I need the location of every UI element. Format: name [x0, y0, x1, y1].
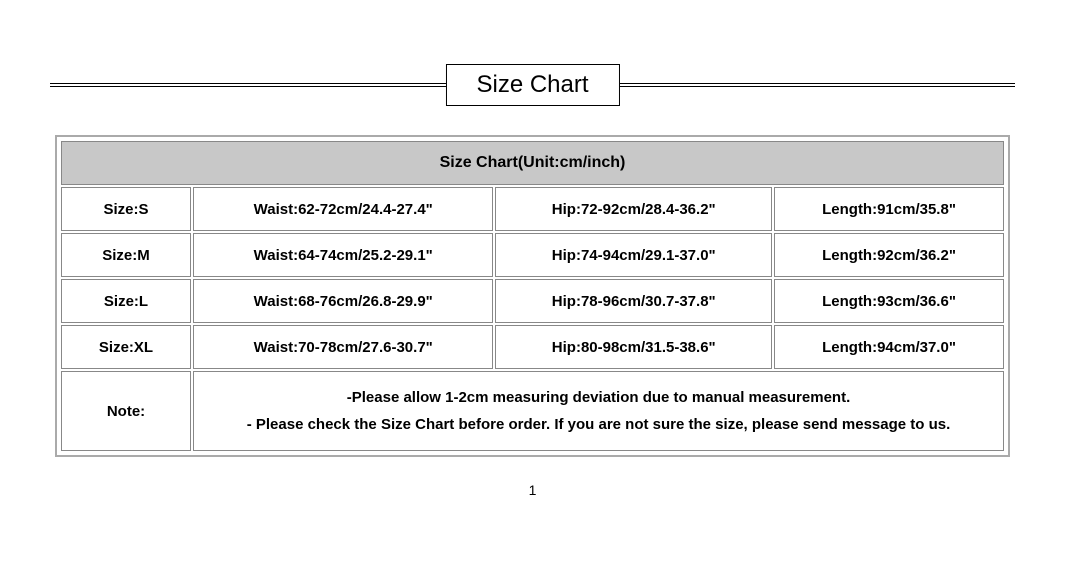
table-title: Size Chart(Unit:cm/inch)	[61, 141, 1004, 185]
table-row: Size:M Waist:64-74cm/25.2-29.1" Hip:74-9…	[61, 233, 1004, 277]
table-row: Size:L Waist:68-76cm/26.8-29.9" Hip:78-9…	[61, 279, 1004, 323]
waist-cell: Waist:68-76cm/26.8-29.9"	[193, 279, 493, 323]
size-chart-table-wrap: Size Chart(Unit:cm/inch) Size:S Waist:62…	[55, 135, 1010, 457]
size-cell: Size:S	[61, 187, 191, 231]
note-line1: -Please allow 1-2cm measuring deviation …	[204, 384, 993, 411]
hip-cell: Hip:72-92cm/28.4-36.2"	[495, 187, 772, 231]
hip-cell: Hip:74-94cm/29.1-37.0"	[495, 233, 772, 277]
length-cell: Length:94cm/37.0"	[774, 325, 1004, 369]
size-cell: Size:XL	[61, 325, 191, 369]
header-divider: Size Chart	[50, 60, 1015, 110]
note-line2: - Please check the Size Chart before ord…	[204, 411, 993, 438]
header-title: Size Chart	[445, 64, 619, 106]
hip-cell: Hip:80-98cm/31.5-38.6"	[495, 325, 772, 369]
table-header-row: Size Chart(Unit:cm/inch)	[61, 141, 1004, 185]
table-row: Size:S Waist:62-72cm/24.4-27.4" Hip:72-9…	[61, 187, 1004, 231]
size-cell: Size:M	[61, 233, 191, 277]
size-cell: Size:L	[61, 279, 191, 323]
note-label: Note:	[61, 371, 191, 451]
page-number: 1	[0, 482, 1065, 498]
waist-cell: Waist:62-72cm/24.4-27.4"	[193, 187, 493, 231]
size-chart-table: Size Chart(Unit:cm/inch) Size:S Waist:62…	[59, 139, 1006, 453]
length-cell: Length:93cm/36.6"	[774, 279, 1004, 323]
table-row: Size:XL Waist:70-78cm/27.6-30.7" Hip:80-…	[61, 325, 1004, 369]
waist-cell: Waist:64-74cm/25.2-29.1"	[193, 233, 493, 277]
table-note-row: Note: -Please allow 1-2cm measuring devi…	[61, 371, 1004, 451]
waist-cell: Waist:70-78cm/27.6-30.7"	[193, 325, 493, 369]
note-text: -Please allow 1-2cm measuring deviation …	[193, 371, 1004, 451]
hip-cell: Hip:78-96cm/30.7-37.8"	[495, 279, 772, 323]
length-cell: Length:91cm/35.8"	[774, 187, 1004, 231]
length-cell: Length:92cm/36.2"	[774, 233, 1004, 277]
